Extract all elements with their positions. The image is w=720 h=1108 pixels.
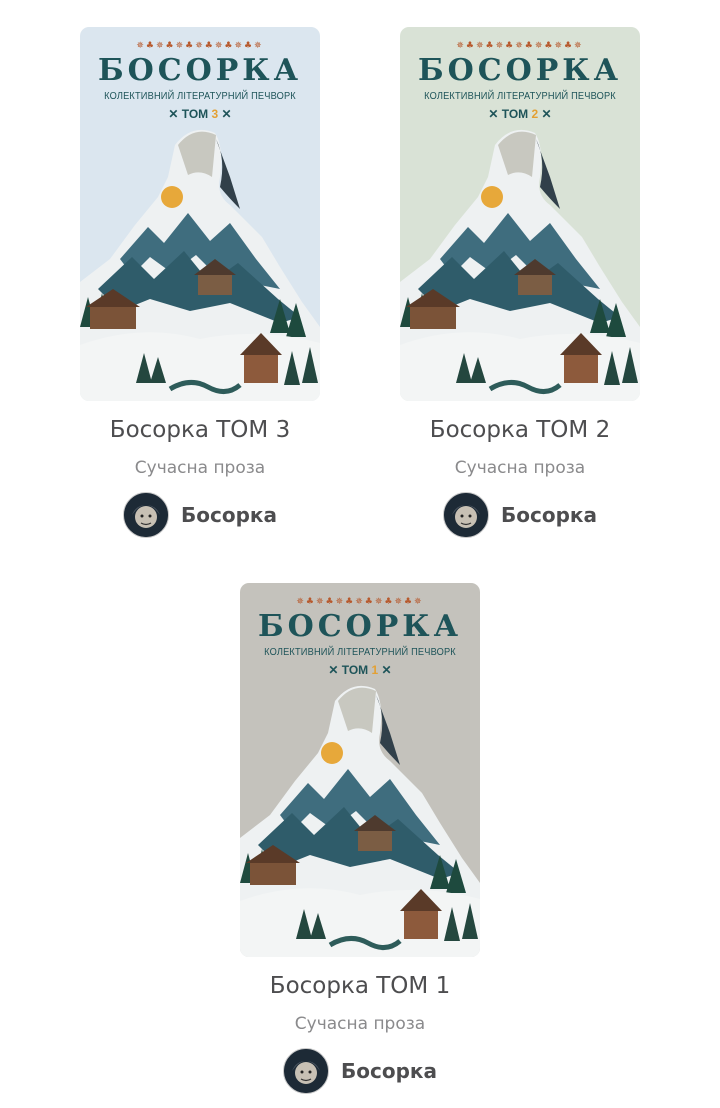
book-title[interactable]: Босорка ТОМ 3 (80, 417, 320, 443)
book-genre[interactable]: Сучасна проза (80, 458, 320, 478)
cover-title: БОСОРКА (257, 609, 463, 644)
author-name: Босорка (181, 503, 277, 527)
cover-volume-label: ТОМ (181, 107, 209, 121)
avatar (283, 1048, 330, 1094)
cover-title: БОСОРКА (417, 53, 623, 88)
cover-volume-number: 3 (211, 107, 219, 121)
cover-volume: ✕ ТОМ 2 ✕ (488, 107, 552, 121)
cover-volume-number: 1 (371, 663, 379, 677)
book-author[interactable]: Босорка (400, 492, 640, 538)
cover-subtitle: КОЛЕКТИВНИЙ ЛІТЕРАТУРНИЙ ПЕЧВОРК (104, 90, 296, 102)
cover-volume: ✕ ТОМ 1 ✕ (328, 663, 392, 677)
book-author[interactable]: Босорка (240, 1048, 480, 1094)
cover-ornament: ✵♣✵♣✵♣✵♣✵♣✵♣✵ (136, 41, 264, 51)
book-card[interactable]: ✵♣✵♣✵♣✵♣✵♣✵♣✵ БОСОРКА КОЛЕКТИВНИЙ ЛІТЕРА… (240, 583, 480, 1094)
book-cover[interactable]: ✵♣✵♣✵♣✵♣✵♣✵♣✵ БОСОРКА КОЛЕКТИВНИЙ ЛІТЕРА… (240, 583, 480, 957)
book-cover[interactable]: ✵♣✵♣✵♣✵♣✵♣✵♣✵ БОСОРКА КОЛЕКТИВНИЙ ЛІТЕРА… (400, 27, 640, 401)
book-card[interactable]: ✵♣✵♣✵♣✵♣✵♣✵♣✵ БОСОРКА КОЛЕКТИВНИЙ ЛІТЕРА… (400, 27, 640, 538)
book-author[interactable]: Босорка (80, 492, 320, 538)
cover-volume-label: ТОМ (341, 663, 369, 677)
avatar (443, 492, 490, 538)
book-card[interactable]: ✵♣✵♣✵♣✵♣✵♣✵♣✵ БОСОРКА КОЛЕКТИВНИЙ ЛІТЕРА… (80, 27, 320, 538)
cover-ornament: ✵♣✵♣✵♣✵♣✵♣✵♣✵ (296, 597, 424, 607)
cover-subtitle: КОЛЕКТИВНИЙ ЛІТЕРАТУРНИЙ ПЕЧВОРК (424, 90, 616, 102)
avatar (123, 492, 170, 538)
cover-subtitle: КОЛЕКТИВНИЙ ЛІТЕРАТУРНИЙ ПЕЧВОРК (264, 646, 456, 658)
book-title[interactable]: Босорка ТОМ 1 (240, 973, 480, 999)
book-genre[interactable]: Сучасна проза (240, 1014, 480, 1034)
book-title[interactable]: Босорка ТОМ 2 (400, 417, 640, 443)
cover-volume: ✕ ТОМ 3 ✕ (168, 107, 232, 121)
author-name: Босорка (501, 503, 597, 527)
cover-title: БОСОРКА (97, 53, 303, 88)
book-cover[interactable]: ✵♣✵♣✵♣✵♣✵♣✵♣✵ БОСОРКА КОЛЕКТИВНИЙ ЛІТЕРА… (80, 27, 320, 401)
cover-ornament: ✵♣✵♣✵♣✵♣✵♣✵♣✵ (456, 41, 584, 51)
cover-volume-label: ТОМ (501, 107, 529, 121)
book-genre[interactable]: Сучасна проза (400, 458, 640, 478)
cover-volume-number: 2 (531, 107, 539, 121)
author-name: Босорка (341, 1059, 437, 1083)
